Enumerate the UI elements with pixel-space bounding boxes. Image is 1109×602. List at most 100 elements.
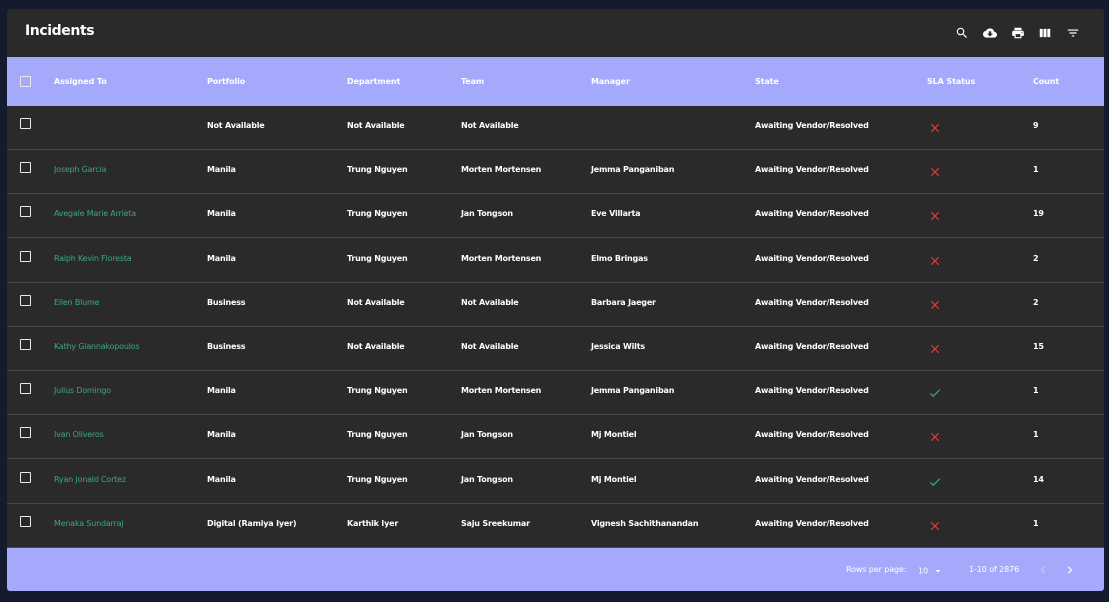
table-row[interactable]: Ivan Oliveros Manila Trung Nguyen Jan Tongs… [7, 415, 1104, 460]
table-pagination: Rows per page: 10 1-10 of 2876 [7, 548, 1104, 591]
cell-portfolio: Not Available [207, 121, 265, 130]
cell-assigned-to[interactable]: Avegale Marie Arrieta [54, 209, 136, 218]
table-row[interactable]: Julius Domingo Manila Trung Nguyen Morten M… [7, 371, 1104, 416]
cell-assigned-to[interactable]: Ralph Kevin Floresta [54, 254, 132, 263]
cell-portfolio: Business [207, 297, 246, 307]
cell-manager: Barbara Jaeger [591, 297, 656, 307]
print-icon [1012, 27, 1024, 39]
cell-state: Awaiting Vendor/Resolved [755, 386, 869, 396]
column-header-assigned-to[interactable]: Assigned To [54, 77, 107, 86]
cell-assigned-to[interactable]: Julius Domingo [54, 386, 111, 395]
cell-portfolio: Business [207, 342, 246, 351]
cell-department: Not Available [347, 297, 405, 307]
cell-assigned-to[interactable]: Ellen Blume [54, 298, 100, 307]
select-all-checkbox[interactable] [20, 76, 31, 87]
cell-count: 2 [1033, 297, 1039, 307]
row-checkbox[interactable] [20, 206, 31, 218]
cell-team: Morten Mortensen [461, 165, 542, 175]
cell-department: Not Available [347, 342, 405, 351]
cell-count: 14 [1033, 474, 1044, 484]
column-header-state[interactable]: State [755, 77, 779, 86]
rows-per-page-select[interactable]: 10 [918, 565, 944, 577]
cell-department: Trung Nguyen [347, 430, 408, 440]
filter-button[interactable] [1062, 22, 1084, 44]
table-row[interactable]: Not Available Not Available Not Available A… [7, 106, 1104, 150]
row-checkbox[interactable] [20, 339, 31, 350]
cell-portfolio: Manila [207, 430, 236, 440]
column-header-portfolio[interactable]: Portfolio [207, 77, 245, 86]
close-icon [928, 164, 942, 178]
cell-state: Awaiting Vendor/Resolved [755, 518, 869, 528]
incidents-table-panel: Incidents Assigned To Portfolio Departme… [7, 9, 1104, 591]
chevron-left-icon [1040, 566, 1045, 574]
cell-department: Karthik Iyer [347, 518, 399, 528]
search-icon [956, 27, 967, 38]
cell-assigned-to[interactable]: Joseph Garcia [54, 165, 106, 174]
close-icon [928, 253, 942, 267]
cell-manager: Jessica Wilts [591, 342, 645, 351]
close-icon [928, 208, 942, 222]
cell-assigned-to[interactable]: Kathy Giannakopoulos [54, 342, 140, 351]
cell-assigned-to[interactable]: Menaka Sundarraj [54, 519, 123, 528]
cell-state: Awaiting Vendor/Resolved [755, 297, 869, 307]
table-row[interactable]: Kathy Giannakopoulos Business Not Availabl… [7, 327, 1104, 371]
search-button[interactable] [951, 22, 973, 44]
cell-count: 1 [1033, 430, 1039, 440]
column-header-team[interactable]: Team [461, 77, 484, 86]
table-row[interactable]: Ralph Kevin Floresta Manila Trung Nguyen Mo… [7, 239, 1104, 283]
row-checkbox[interactable] [20, 118, 31, 129]
cell-team: Jan Tongson [461, 430, 513, 440]
close-icon [928, 297, 942, 311]
close-icon [928, 341, 942, 355]
table-row[interactable]: Ryan Jonald Cortez Manila Trung Nguyen Jan … [7, 460, 1104, 504]
next-page-button[interactable] [1061, 561, 1079, 579]
row-checkbox[interactable] [20, 427, 31, 439]
view-columns-icon [1039, 28, 1051, 38]
table-row[interactable]: Joseph Garcia Manila Trung Nguyen Morten Mo… [7, 150, 1104, 195]
cell-state: Awaiting Vendor/Resolved [755, 342, 869, 351]
row-checkbox[interactable] [20, 383, 31, 395]
column-header-count[interactable]: Count [1033, 77, 1059, 86]
cell-portfolio: Manila [207, 386, 236, 396]
table-toolbar: Incidents [7, 9, 1104, 57]
row-checkbox[interactable] [20, 515, 31, 527]
row-checkbox[interactable] [20, 250, 31, 262]
table-row[interactable]: Ellen Blume Business Not Available Not Avai… [7, 283, 1104, 327]
cell-team: Morten Mortensen [461, 253, 542, 263]
rows-per-page-label: Rows per page: [846, 565, 907, 574]
cell-state: Awaiting Vendor/Resolved [755, 121, 869, 130]
cell-state: Awaiting Vendor/Resolved [755, 165, 869, 175]
chevron-right-icon [1068, 566, 1073, 574]
cell-department: Trung Nguyen [347, 165, 408, 175]
cell-state: Awaiting Vendor/Resolved [755, 209, 869, 219]
table-row[interactable]: Avegale Marie Arrieta Manila Trung Nguyen J… [7, 194, 1104, 239]
cell-team: Jan Tongson [461, 209, 513, 219]
download-button[interactable] [979, 22, 1001, 44]
cell-count: 19 [1033, 209, 1044, 219]
row-checkbox[interactable] [20, 162, 31, 174]
cell-manager: Vignesh Sachithanandan [591, 518, 699, 528]
cell-department: Trung Nguyen [347, 209, 408, 219]
column-header-department[interactable]: Department [347, 77, 400, 86]
cell-department: Trung Nguyen [347, 386, 408, 396]
check-icon [928, 474, 942, 488]
column-header-sla-status[interactable]: SLA Status [927, 77, 975, 86]
cell-department: Not Available [347, 121, 405, 130]
close-icon [928, 429, 942, 443]
view-columns-button[interactable] [1034, 22, 1056, 44]
cell-assigned-to[interactable]: Ryan Jonald Cortez [54, 475, 126, 484]
table-header: Assigned To Portfolio Department Team Ma… [7, 57, 1104, 106]
print-button[interactable] [1007, 22, 1029, 44]
cell-team: Saju Sreekumar [461, 518, 530, 528]
previous-page-button[interactable] [1034, 561, 1052, 579]
column-header-manager[interactable]: Manager [591, 77, 630, 86]
cell-assigned-to[interactable]: Ivan Oliveros [54, 430, 104, 439]
table-row[interactable]: Menaka Sundarraj Digital (Ramiya Iyer) Kar… [7, 504, 1104, 548]
cell-count: 1 [1033, 386, 1039, 396]
rows-per-page-value: 10 [918, 566, 928, 576]
row-checkbox[interactable] [20, 471, 31, 483]
filter-icon [1067, 29, 1079, 37]
cell-manager: Elmo Bringas [591, 253, 648, 263]
close-icon [928, 120, 942, 134]
row-checkbox[interactable] [20, 294, 31, 306]
